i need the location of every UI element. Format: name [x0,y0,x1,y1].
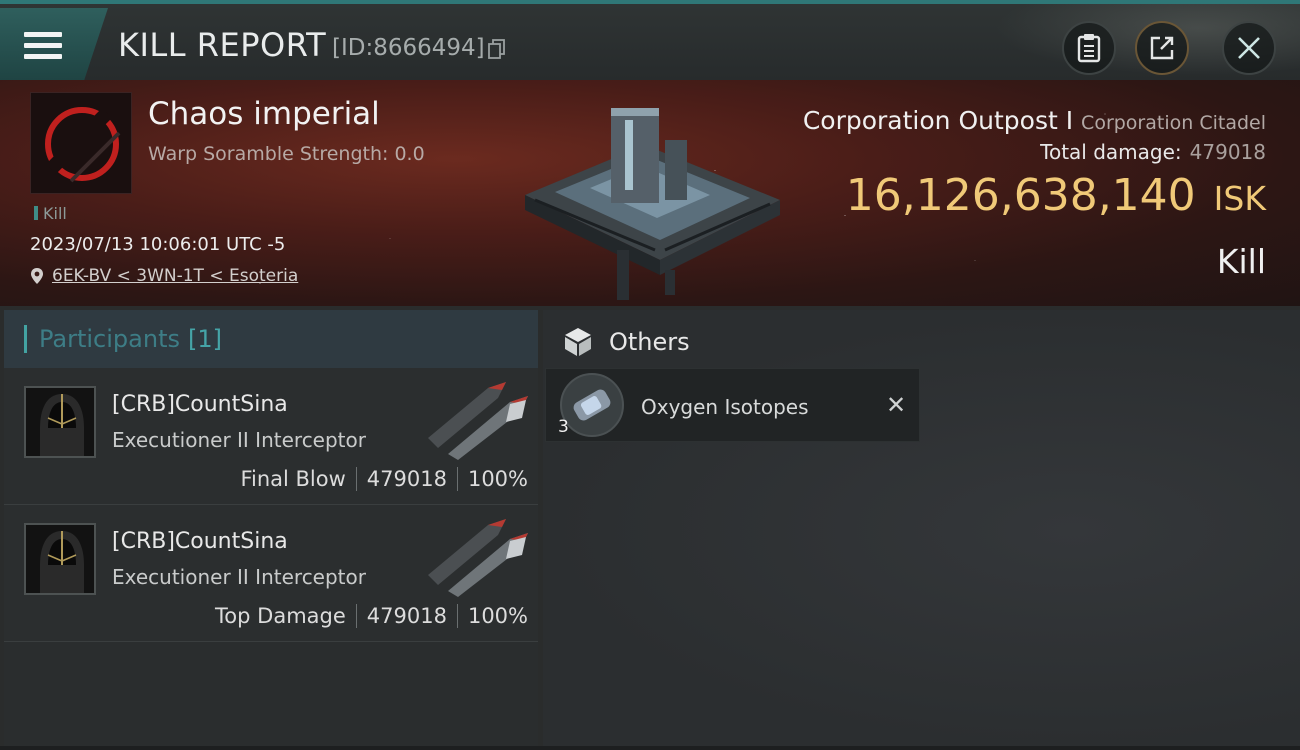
clipboard-button[interactable] [1062,21,1116,75]
pilot-ship: Executioner II Interceptor [112,428,366,452]
victim-name[interactable]: Chaos imperial [148,96,380,132]
isk-amount: 16,126,638,140 [845,170,1196,221]
pilot-name[interactable]: [CRB]CountSina [112,529,288,554]
isotope-canister-icon [573,389,611,421]
cargo-box-icon [565,328,591,356]
pilot-avatar[interactable] [24,386,96,458]
participants-header: Participants [1] [4,310,538,368]
kill-datetime: 2023/07/13 10:06:01 UTC -5 [30,234,286,255]
report-id: [ID:8666494] [332,35,485,61]
participant-row[interactable]: [CRB]CountSina Executioner II Intercepto… [4,368,538,505]
isk-unit: ISK [1213,179,1266,218]
target-name[interactable]: Corporation Outpost I Corporation Citade… [803,106,1266,135]
total-damage-value: 479018 [1189,140,1266,164]
item-quantity: 3 [558,417,569,437]
dropped-item-row[interactable]: 3 Oxygen Isotopes ✕ [545,368,920,442]
interceptor-ship-image [428,382,528,460]
interceptor-ship-image [428,519,528,597]
participant-percent: 100% [467,467,528,491]
close-icon [1238,37,1260,59]
pilot-ship: Executioner II Interceptor [112,565,366,589]
divider [456,467,458,491]
others-panel: Others 3 Oxygen Isotopes ✕ [543,310,1300,750]
participant-damage: 479018 [366,604,447,628]
kill-tag: Kill [34,204,67,223]
item-name: Oxygen Isotopes [641,395,809,419]
divider [456,604,458,628]
target-structure-name: Corporation Outpost I [802,106,1074,135]
citadel-structure-image [525,108,780,300]
kill-result: Kill [1216,242,1266,281]
participant-row[interactable]: [CRB]CountSina Executioner II Intercepto… [4,505,538,642]
pilot-name[interactable]: [CRB]CountSina [112,392,288,417]
participants-panel: Participants [1] [CRB]CountSina Executio… [4,310,538,746]
share-icon [1150,36,1174,60]
participants-title: Participants [39,325,180,353]
menu-icon [24,32,62,60]
participant-percent: 100% [467,604,528,628]
participant-stats: Final Blow 479018 100% [240,467,528,491]
isk-value: 16,126,638,140 ISK [846,170,1266,221]
participant-stats: Top Damage 479018 100% [215,604,528,628]
participant-role: Top Damage [215,604,346,628]
kill-summary-banner: Chaos imperial Warp Soramble Strength: 0… [0,80,1300,306]
close-button[interactable] [1222,21,1276,75]
location-pin-icon [31,268,43,284]
corporation-logo[interactable] [30,92,132,194]
page-title: KILL REPORT [118,26,327,64]
destroyed-marker-icon: ✕ [886,391,907,419]
divider [355,467,357,491]
item-icon [560,373,624,437]
divider [355,604,357,628]
location-link[interactable]: 6EK-BV < 3WN-1T < Esoteria [52,266,298,286]
target-structure-type: Corporation Citadel [1081,112,1266,134]
menu-button[interactable] [0,8,108,80]
top-bar: KILL REPORT [ID:8666494] [0,0,1300,84]
others-title: Others [609,328,690,356]
participant-damage: 479018 [366,467,447,491]
total-damage: Total damage: 479018 [1040,140,1266,164]
clipboard-icon [1077,34,1101,63]
total-damage-label: Total damage: [1040,140,1182,164]
hooded-pilot-icon [26,525,94,593]
hooded-pilot-icon [26,388,94,456]
copy-icon[interactable] [488,39,506,59]
warp-scramble-strength: Warp Soramble Strength: 0.0 [148,143,425,165]
pilot-avatar[interactable] [24,523,96,595]
share-button[interactable] [1135,21,1189,75]
corporation-emblem-icon [45,107,121,183]
others-header: Others [563,326,690,358]
kill-location[interactable]: 6EK-BV < 3WN-1T < Esoteria [30,266,298,286]
participants-count: [1] [187,325,222,353]
bottom-border [0,746,1300,750]
participant-role: Final Blow [240,467,346,491]
